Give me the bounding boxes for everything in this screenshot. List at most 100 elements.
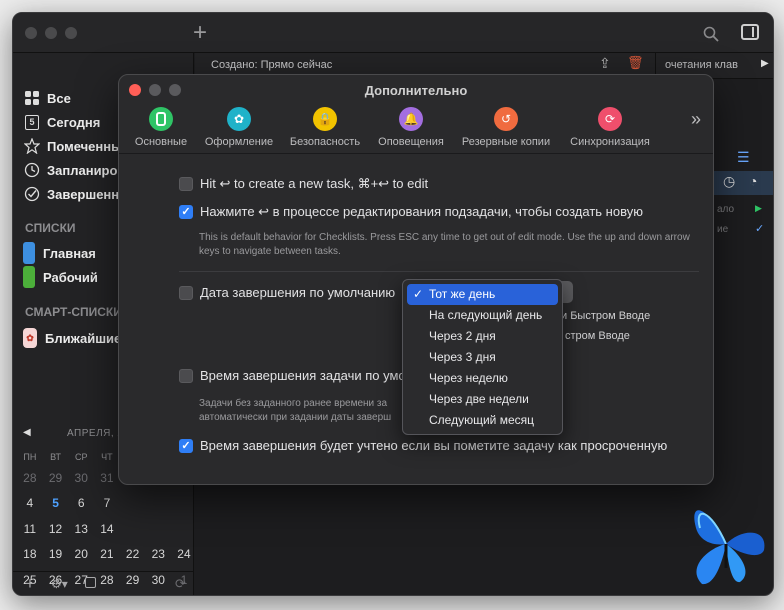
calendar-day[interactable]: 6	[68, 496, 94, 510]
calendar-day[interactable]: 29	[43, 471, 69, 485]
calendar-day[interactable]: 14	[94, 522, 120, 536]
toggle-detail-pane-button[interactable]	[741, 24, 759, 40]
calendar-day[interactable]: 28	[17, 471, 43, 485]
calendar-week: 11 12 13 14	[17, 516, 197, 542]
sidebar-item-label: Сегодня	[47, 114, 101, 130]
row-text-fragment: ие	[717, 224, 729, 235]
calendar-weekday: ЧТ	[101, 452, 113, 462]
chevron-right-icon: ▶	[761, 58, 769, 69]
calendar-day[interactable]: 24	[171, 547, 197, 561]
dropdown-option-in-2-days[interactable]: Через 2 дня	[407, 326, 558, 347]
list-item-label: Ближайшие	[45, 330, 122, 346]
tab-notifications[interactable]: 🔔 Оповещения	[373, 107, 449, 148]
bell-icon: 🔔	[399, 107, 423, 131]
backup-icon: ↺	[494, 107, 518, 131]
calendar-day[interactable]: 23	[145, 547, 171, 561]
sidebar-bottom-bar: + ⚙▾ ⟳	[13, 571, 194, 595]
calendar-day[interactable]: 7	[94, 496, 120, 510]
tab-appearance[interactable]: ✿ Оформление	[199, 107, 279, 148]
calendar-day[interactable]: 4	[17, 496, 43, 510]
calendar-day[interactable]: 22	[120, 547, 146, 561]
due-time-default-label: Время завершения задачи по умол	[200, 368, 413, 383]
smart-list-icon: ✿	[23, 328, 37, 348]
tab-security[interactable]: 🔒 Безопасность	[283, 107, 367, 148]
calendar-day[interactable]: 20	[68, 547, 94, 561]
due-time-description: автоматически при задании даты заверш	[199, 412, 392, 423]
minimize-window-button[interactable]	[45, 27, 57, 39]
calendar-weekday: ВТ	[50, 452, 61, 462]
share-icon[interactable]: ⇪	[599, 55, 611, 72]
row-text-fragment: ало	[717, 204, 735, 215]
calendar-day[interactable]: 13	[68, 522, 94, 536]
search-icon[interactable]	[703, 26, 719, 42]
clock-icon[interactable]: ◷	[723, 173, 735, 190]
more-tabs-chevron-icon[interactable]: »	[691, 109, 701, 130]
add-task-button[interactable]: +	[193, 21, 207, 45]
play-icon: ▶	[755, 203, 762, 213]
add-list-button[interactable]: +	[25, 574, 35, 594]
calendar-day[interactable]: 11	[17, 522, 43, 536]
dropdown-option-in-a-week[interactable]: Через неделю	[407, 368, 558, 389]
calendar-day[interactable]: 21	[94, 547, 120, 561]
calendar-weekday: СР	[74, 452, 88, 462]
calendar-prev-icon[interactable]: ◀	[23, 427, 31, 438]
lists-section-header: СПИСКИ	[25, 221, 76, 235]
list-filter-icon[interactable]: ☰	[737, 149, 750, 166]
shortcut-hint-label: очетания клав	[665, 59, 738, 71]
calendar-day[interactable]: 12	[43, 522, 69, 536]
zoom-window-button[interactable]	[65, 27, 77, 39]
calendar-month-label: АПРЕЛЯ, 2	[67, 428, 124, 439]
dropdown-option-next-day[interactable]: На следующий день	[407, 305, 558, 326]
dialog-title: Дополнительно	[364, 83, 468, 98]
dropdown-option-next-month[interactable]: Следующий месяц	[407, 410, 558, 431]
tab-label: Безопасность	[289, 136, 361, 148]
tab-general[interactable]: Основные	[129, 107, 193, 148]
quick-entry-hint: стром Вводе	[565, 330, 630, 342]
calendar-week: 18 19 20 21 22 23 24	[17, 542, 197, 568]
subtask-enter-description: This is default behavior for Checklists.…	[199, 232, 690, 257]
trash-icon[interactable]: 🗑	[627, 55, 644, 71]
subtask-enter-label: Нажмите ↩ в процессе редактирования подз…	[200, 204, 643, 219]
overdue-checkbox[interactable]: ✓	[179, 439, 193, 453]
calendar-day-today[interactable]: 5	[43, 496, 69, 510]
tab-label: Резервные копии	[461, 136, 551, 148]
palette-icon: ✿	[227, 107, 251, 131]
calendar-day[interactable]: 19	[43, 547, 69, 561]
section-divider	[179, 271, 699, 272]
list-item-label: Главная	[43, 245, 96, 261]
dropdown-option-in-3-days[interactable]: Через 3 дня	[407, 347, 558, 368]
gauge-icon[interactable]: ◔	[749, 173, 757, 189]
list-item-label: Рабочий	[43, 269, 98, 285]
smart-lists-section-header: СМАРТ-СПИСКИ	[25, 305, 122, 319]
checkmark-icon: ✓	[413, 287, 424, 301]
check-icon: ✓	[755, 223, 765, 235]
right-panel-fragment: ☰ ◷ ◔ ало ▶ ие ✓	[713, 87, 773, 287]
list-color-swatch	[23, 242, 35, 264]
sidebar-item-label: Все	[47, 90, 71, 106]
sync-status-icon[interactable]: ⟳	[175, 576, 186, 592]
tab-label: Оформление	[204, 136, 274, 148]
calendar-day[interactable]: 31	[94, 471, 120, 485]
calendar-toggle-icon[interactable]	[85, 577, 96, 588]
toggle-icon	[149, 107, 173, 131]
calendar-week: 4 5 6 7	[17, 491, 197, 517]
dropdown-option-same-day[interactable]: ✓ Тот же день	[407, 284, 558, 305]
quick-entry-hint: и Быстром Вводе	[561, 310, 651, 322]
hit-enter-label: Hit ↩ to create a new task, ⌘+↩ to edit	[200, 176, 429, 191]
tab-backups[interactable]: ↺ Резервные копии	[455, 107, 557, 148]
dropdown-option-in-two-weeks[interactable]: Через две недели	[407, 389, 558, 410]
calendar-day[interactable]: 18	[17, 547, 43, 561]
close-window-button[interactable]	[25, 27, 37, 39]
due-date-default-checkbox[interactable]	[179, 286, 193, 300]
hit-enter-checkbox[interactable]	[179, 177, 193, 191]
overdue-label: Время завершения будет учтено если вы по…	[200, 438, 668, 453]
sync-icon: ⟳	[598, 107, 622, 131]
star-icon	[23, 137, 41, 155]
gear-icon[interactable]: ⚙▾	[51, 577, 68, 591]
due-time-default-checkbox[interactable]	[179, 369, 193, 383]
subtask-enter-checkbox[interactable]: ✓	[179, 205, 193, 219]
calendar-day[interactable]: 30	[68, 471, 94, 485]
tab-sync[interactable]: ⟳ Синхронизация	[563, 107, 657, 148]
clock-icon	[23, 161, 41, 179]
lock-icon: 🔒	[313, 107, 337, 131]
